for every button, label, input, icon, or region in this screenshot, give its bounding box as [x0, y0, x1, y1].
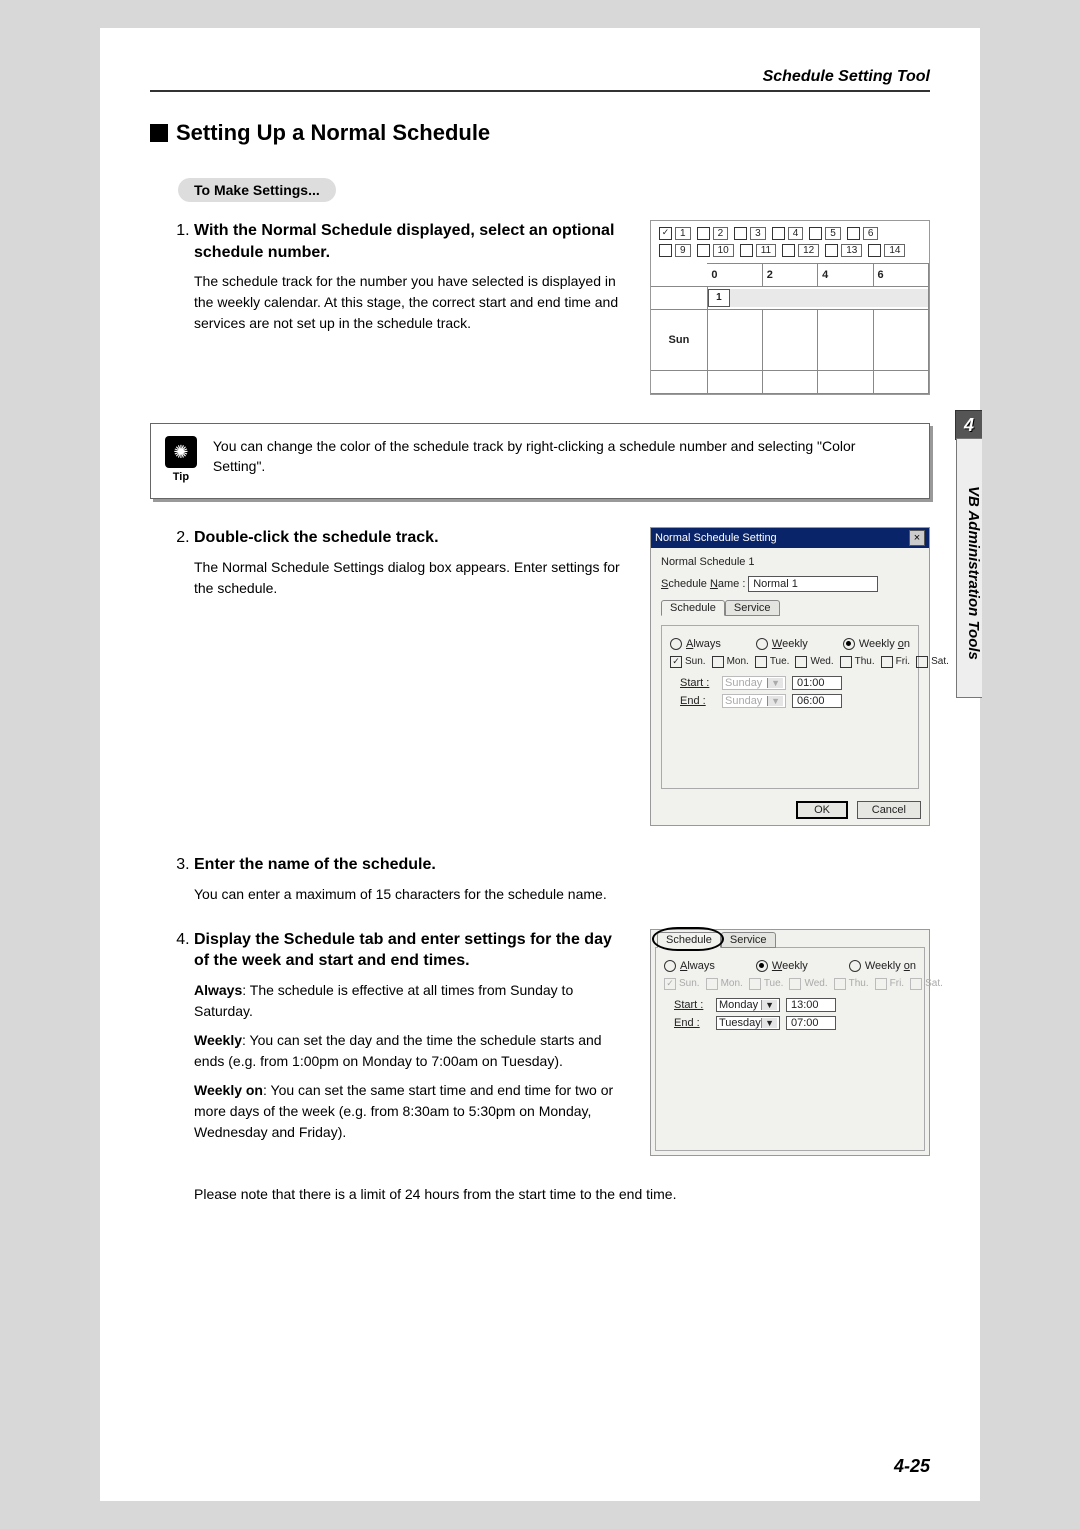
fig1-chk-5[interactable]: 5: [809, 227, 841, 240]
step-3: Enter the name of the schedule. You can …: [194, 854, 930, 905]
start-time-input[interactable]: 01:00: [792, 676, 842, 690]
fig3-start-label: Start :: [674, 999, 710, 1011]
fig1-chk-11[interactable]: 11: [740, 244, 776, 257]
end-label: End :: [680, 695, 716, 707]
dialog-dayrow: ✓Sun. Mon. Tue. Wed. Thu. Fri. Sat.: [670, 656, 910, 668]
close-icon[interactable]: ×: [909, 530, 925, 546]
row-end: End : Sunday▼ 06:00: [680, 694, 910, 708]
start-label: Start :: [680, 677, 716, 689]
step-3-body: You can enter a maximum of 15 characters…: [194, 884, 930, 905]
fig1-chk-1[interactable]: ✓1: [659, 227, 691, 240]
tip-box: ✺ Tip You can change the color of the sc…: [150, 423, 930, 499]
fig1-chk-6[interactable]: 6: [847, 227, 879, 240]
fig1-chk-2[interactable]: 2: [697, 227, 729, 240]
fig1-checkbox-row-2: 9 10 11 12 13 14: [651, 242, 929, 259]
h1-bullet: [150, 124, 168, 142]
tip-label: Tip: [163, 470, 199, 486]
fig3-panel: Always Weekly Weekly on ✓Sun. Mon. Tue. …: [655, 947, 925, 1151]
fig1-chk-3[interactable]: 3: [734, 227, 766, 240]
step-1-body: The schedule track for the number you ha…: [194, 271, 630, 334]
end-day-select[interactable]: Sunday▼: [722, 694, 786, 708]
chk-sun[interactable]: ✓Sun.: [670, 656, 706, 668]
dialog-button-row: OK Cancel: [651, 801, 929, 819]
step-4-head: Display the Schedule tab and enter setti…: [194, 929, 630, 972]
fig3-start-day-select[interactable]: Monday▼: [716, 998, 780, 1012]
section-pill: To Make Settings...: [178, 178, 336, 202]
dialog-groupname: Normal Schedule 1: [661, 556, 919, 568]
step-4-body: Always: The schedule is effective at all…: [194, 980, 630, 1143]
start-day-select[interactable]: Sunday▼: [722, 676, 786, 690]
step-3-head: Enter the name of the schedule.: [194, 854, 930, 876]
step-2-body: The Normal Schedule Settings dialog box …: [194, 557, 630, 599]
page-number: 4-25: [894, 1456, 930, 1477]
figure-schedule-grid: ✓1 2 3 4 5 6 9 10 11 12 13 14 0 2: [650, 220, 930, 395]
dialog-tab-panel: Always Weekly Weekly on ✓Sun. Mon. Tue. …: [661, 625, 919, 789]
row-start: Start : Sunday▼ 01:00: [680, 676, 910, 690]
step-4: Display the Schedule tab and enter setti…: [194, 929, 630, 1143]
radio-weekly[interactable]: Weekly: [756, 638, 808, 650]
fig3-row-end: End : Tuesday▼ 07:00: [674, 1016, 916, 1030]
radio-always[interactable]: Always: [670, 638, 721, 650]
header-divider: [150, 90, 930, 92]
fig1-trackstrip[interactable]: 1: [708, 289, 928, 307]
tip-text: You can change the color of the schedule…: [213, 436, 909, 486]
fig1-calendar: 0 2 4 6 1 Sun: [651, 263, 929, 394]
radio-weekly-on[interactable]: Weekly on: [843, 638, 910, 650]
fig1-chk-12[interactable]: 12: [782, 244, 819, 257]
chapter-tab-number: 4: [955, 410, 982, 440]
step-2: Double-click the schedule track. The Nor…: [194, 527, 630, 599]
chk-sat[interactable]: Sat.: [916, 656, 949, 668]
fig1-chk-14[interactable]: 14: [868, 244, 905, 257]
chapter-tab-label: VB Administration Tools: [956, 438, 982, 698]
ok-button[interactable]: OK: [796, 801, 848, 819]
fig3-start-time-input[interactable]: 13:00: [786, 998, 836, 1012]
schedule-name-input[interactable]: Normal 1: [748, 576, 878, 592]
chk-fri[interactable]: Fri.: [881, 656, 910, 668]
lightbulb-icon: ✺: [165, 436, 197, 468]
fig3-end-time-input[interactable]: 07:00: [786, 1016, 836, 1030]
fig1-track-handle[interactable]: 1: [708, 289, 730, 307]
step-1-head: With the Normal Schedule displayed, sele…: [194, 220, 630, 263]
chk-mon[interactable]: Mon.: [712, 656, 749, 668]
tip-icon: ✺ Tip: [163, 436, 199, 486]
tab-schedule-circled[interactable]: Schedule: [657, 932, 721, 948]
page-title: Setting Up a Normal Schedule: [176, 120, 490, 146]
figure-dialog-normal-schedule: Normal Schedule Setting × Normal Schedul…: [650, 527, 930, 826]
fig1-chk-9[interactable]: 9: [659, 244, 691, 257]
fig1-dayname: Sun: [651, 310, 707, 371]
fig3-row-start: Start : Monday▼ 13:00: [674, 998, 916, 1012]
fig3-radio-weekly-on[interactable]: Weekly on: [849, 960, 916, 972]
fig1-chk-10[interactable]: 10: [697, 244, 734, 257]
step-4-note: Please note that there is a limit of 24 …: [194, 1184, 930, 1205]
chk-thu[interactable]: Thu.: [840, 656, 875, 668]
tab-service-2[interactable]: Service: [721, 932, 776, 948]
cancel-button[interactable]: Cancel: [857, 801, 921, 819]
chk-wed[interactable]: Wed.: [795, 656, 833, 668]
dialog-title: Normal Schedule Setting: [655, 532, 777, 544]
fig1-chk-4[interactable]: 4: [772, 227, 804, 240]
fig3-radio-always[interactable]: Always: [664, 960, 715, 972]
fig3-dayrow: ✓Sun. Mon. Tue. Wed. Thu. Fri. Sat.: [664, 978, 916, 990]
fig1-chk-13[interactable]: 13: [825, 244, 862, 257]
chk-tue[interactable]: Tue.: [755, 656, 790, 668]
fig1-checkbox-row-1: ✓1 2 3 4 5 6: [651, 225, 929, 242]
schedule-name-label: Schedule Name :: [661, 578, 745, 590]
fig3-radio-weekly[interactable]: Weekly: [756, 960, 808, 972]
figure-schedule-tab-weekly: Schedule Service Always Weekly Weekly on…: [650, 929, 930, 1156]
fig3-end-label: End :: [674, 1017, 710, 1029]
step-2-head: Double-click the schedule track.: [194, 527, 630, 549]
end-time-input[interactable]: 06:00: [792, 694, 842, 708]
tab-schedule[interactable]: Schedule: [661, 600, 725, 616]
step-1: With the Normal Schedule displayed, sele…: [194, 220, 630, 334]
tab-service[interactable]: Service: [725, 600, 780, 616]
page-header: Schedule Setting Tool: [150, 68, 930, 86]
fig3-end-day-select[interactable]: Tuesday▼: [716, 1016, 780, 1030]
dialog-titlebar: Normal Schedule Setting ×: [651, 528, 929, 548]
